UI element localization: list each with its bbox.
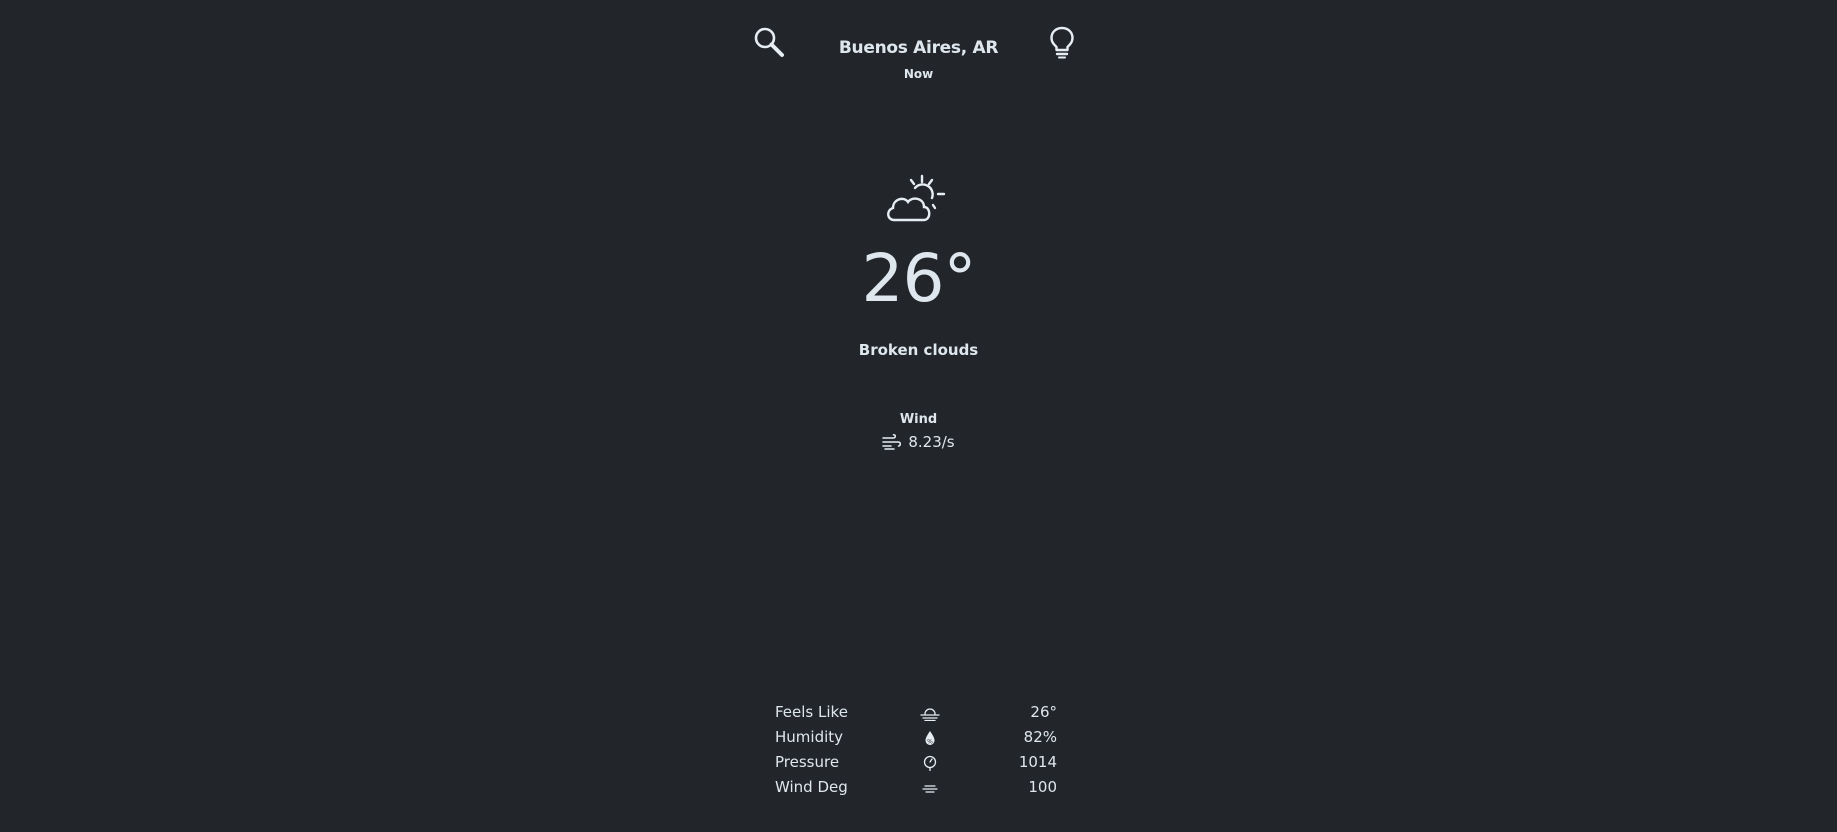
location-header: Buenos Aires, AR Now <box>0 38 1837 81</box>
time-label: Now <box>903 67 934 81</box>
theme-toggle-button[interactable] <box>1044 24 1080 60</box>
sunset-icon <box>920 708 940 721</box>
wind-value-row: 8.23/s <box>882 433 955 451</box>
detail-row-wind-deg: Wind Deg 100 <box>775 775 1057 800</box>
weather-description: Broken clouds <box>858 341 979 359</box>
wind-label: Wind <box>899 412 938 427</box>
svg-text:%: % <box>927 738 933 745</box>
city-name: Buenos Aires, AR <box>838 38 999 58</box>
detail-row-humidity: Humidity % 82% <box>775 725 1057 750</box>
pressure-icon <box>923 755 937 771</box>
detail-row-feels-like: Feels Like 26° <box>775 700 1057 725</box>
detail-label: Wind Deg <box>775 778 848 796</box>
detail-label: Humidity <box>775 728 844 746</box>
details-list: Feels Like 26° Humidity % 82% Pressure 1… <box>775 700 1057 800</box>
wind-icon <box>882 434 902 450</box>
wind-speed: 8.23/s <box>908 433 955 451</box>
partly-cloudy-icon <box>887 174 946 222</box>
detail-label: Feels Like <box>775 703 848 721</box>
detail-value: 100 <box>1028 778 1057 796</box>
detail-label: Pressure <box>775 753 840 771</box>
detail-value: 1014 <box>1018 753 1057 771</box>
detail-value: 26° <box>1030 703 1057 721</box>
weather-app: Buenos Aires, AR Now 26° Broken clouds W… <box>0 0 1837 832</box>
wind-direction-icon <box>922 785 938 793</box>
lightbulb-icon <box>1050 26 1074 59</box>
current-temperature: 26° <box>861 240 977 317</box>
detail-row-pressure: Pressure 1014 <box>775 750 1057 775</box>
humidity-drop-icon: % <box>925 731 935 745</box>
detail-value: 82% <box>1023 728 1057 746</box>
wind-section: Wind 8.23/s <box>0 412 1837 454</box>
